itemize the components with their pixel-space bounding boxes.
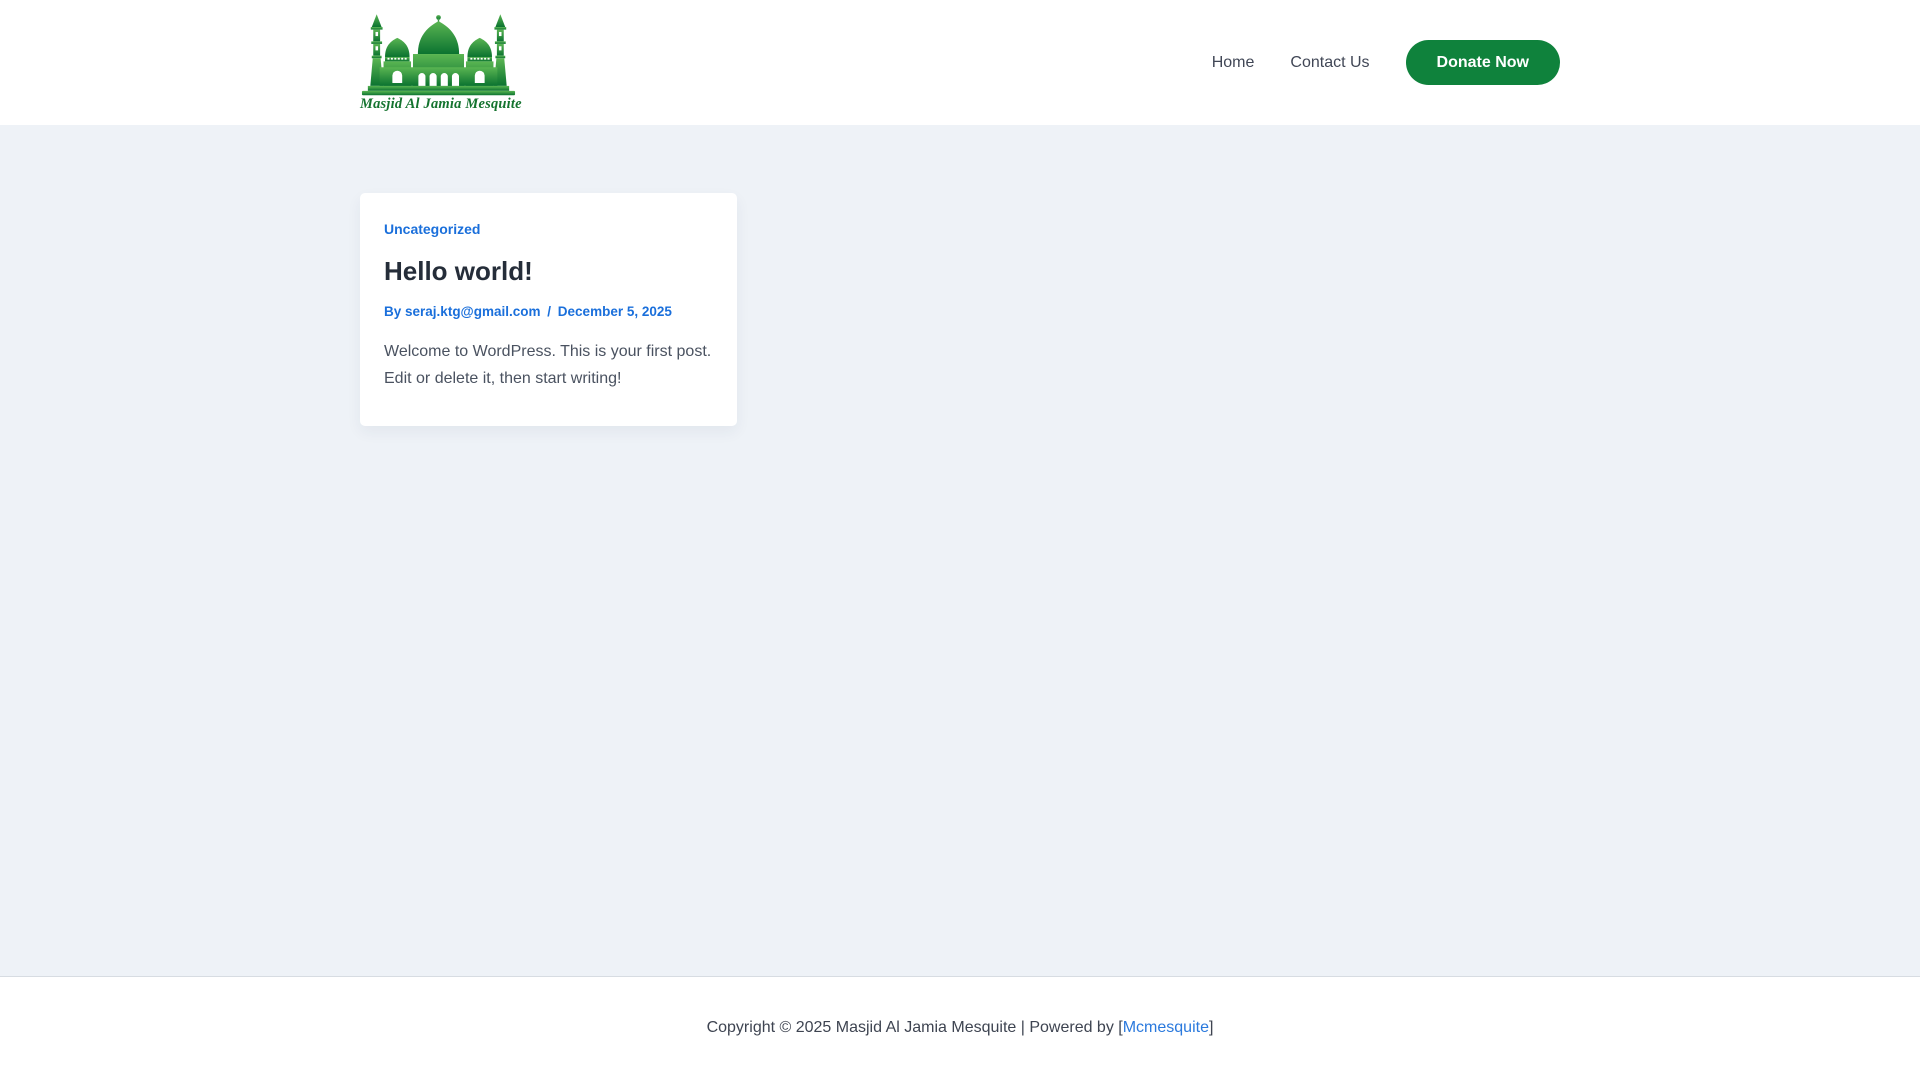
nav-link-contact-us[interactable]: Contact Us (1290, 54, 1369, 72)
donate-now-button[interactable]: Donate Now (1405, 40, 1560, 85)
credit-link[interactable]: Mcmesquite (1123, 1019, 1209, 1036)
byline-label: By (384, 304, 402, 320)
site-footer: Copyright © 2025 Masjid Al Jamia Mesquit… (0, 977, 1920, 1079)
copyright-text: Copyright © 2025 Masjid Al Jamia Mesquit… (707, 1019, 1214, 1037)
post-category-link[interactable]: Uncategorized (384, 221, 480, 237)
post-title-link[interactable]: Hello world! (384, 256, 533, 286)
post-excerpt: Welcome to WordPress. This is your first… (384, 338, 713, 392)
post-card: Uncategorized Hello world! By seraj.ktg@… (360, 193, 737, 427)
site-title: Masjid Al Jamia Mesquite (360, 95, 522, 112)
excerpt-line: Welcome to WordPress. This is your first… (384, 343, 712, 361)
post-title: Hello world! (384, 256, 713, 286)
excerpt-line: Edit or delete it, then start writing! (384, 370, 622, 388)
copyright-prefix: Copyright © 2025 Masjid Al Jamia Mesquit… (706, 1019, 1123, 1036)
nav-link-home[interactable]: Home (1212, 54, 1255, 72)
post-author-link[interactable]: seraj.ktg@gmail.com (405, 304, 540, 319)
post-date-link[interactable]: December 5, 2025 (558, 304, 672, 319)
post-meta: By seraj.ktg@gmail.com / December 5, 202… (384, 304, 713, 319)
meta-separator: / (547, 304, 552, 320)
site-logo-link[interactable]: Masjid Al Jamia Mesquite (360, 13, 522, 112)
main-content-area: Uncategorized Hello world! By seraj.ktg@… (0, 125, 1920, 977)
mosque-icon (360, 13, 522, 96)
site-header: Masjid Al Jamia Mesquite Home Contact Us… (0, 0, 1920, 125)
copyright-suffix: ] (1208, 1019, 1214, 1036)
main-nav: Home Contact Us Donate Now (1212, 40, 1560, 85)
